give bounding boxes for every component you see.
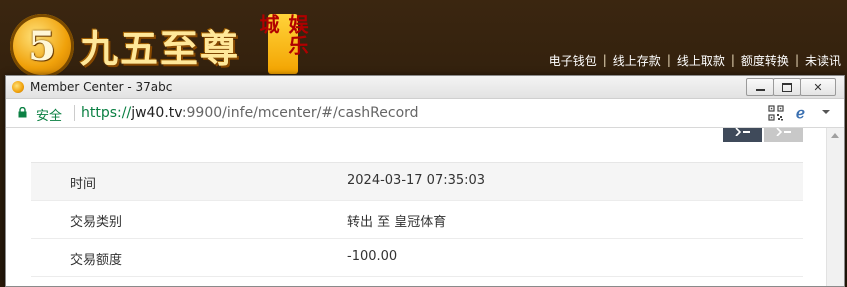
maximize-icon <box>782 82 792 92</box>
url-path: :9900/infe/mcenter/#/cashRecord <box>181 105 419 121</box>
minimize-button[interactable] <box>746 78 774 96</box>
row-label: 交易额度 <box>70 253 123 268</box>
maximize-button[interactable] <box>773 78 801 96</box>
nav-item-online-deposit[interactable]: 线上存款 <box>607 52 667 69</box>
minimize-icon <box>755 89 765 91</box>
member-center-window: Member Center - 37abc ✕ 安全 https://jw40.… <box>5 75 845 287</box>
window-title: Member Center - 37abc <box>30 80 173 94</box>
address-separator <box>74 105 75 121</box>
site-logo-tag: 娱乐城 <box>256 14 309 74</box>
url-text[interactable]: https://jw40.tv:9900/infe/mcenter/#/cash… <box>81 105 419 121</box>
list-icon <box>775 128 791 136</box>
address-bar[interactable]: 安全 https://jw40.tv:9900/infe/mcenter/#/c… <box>6 99 844 128</box>
cash-record-detail-table: 时间 2024-03-17 07:35:03 交易类别 转出 至 皇冠体育 交易… <box>31 162 803 277</box>
close-icon: ✕ <box>813 80 823 94</box>
collapse-icon <box>734 128 750 136</box>
site-logo-icon[interactable]: 5 <box>10 14 74 78</box>
nav-item-unread-messages[interactable]: 未读讯 <box>799 52 847 69</box>
chevron-down-icon[interactable] <box>821 107 831 117</box>
row-value: 2024-03-17 07:35:03 <box>347 173 486 188</box>
nav-item-balance-transfer[interactable]: 额度转换 <box>735 52 795 69</box>
top-nav: 电子钱包 | 线上存款 | 线上取款 | 额度转换 | 未读讯 <box>543 52 847 68</box>
logo-mark: 5 <box>28 22 56 70</box>
secure-label: 安全 <box>36 109 63 124</box>
row-value: 转出 至 皇冠体育 <box>347 215 447 230</box>
lock-icon <box>18 107 27 118</box>
close-button[interactable]: ✕ <box>800 78 836 96</box>
site-logo-text: 九五至尊 <box>80 26 241 71</box>
ie-compat-icon[interactable]: ℯ <box>796 104 812 122</box>
url-scheme: https:// <box>81 105 132 121</box>
row-value: -100.00 <box>347 249 398 264</box>
window-titlebar[interactable]: Member Center - 37abc ✕ <box>6 76 844 99</box>
table-row: 时间 2024-03-17 07:35:03 <box>31 162 803 201</box>
nav-item-e-wallet[interactable]: 电子钱包 <box>543 52 603 69</box>
qr-code-icon[interactable] <box>768 105 784 121</box>
row-label: 交易类别 <box>70 215 123 230</box>
table-row: 交易额度 -100.00 <box>31 239 803 277</box>
view-toggle-dark-button[interactable] <box>723 128 762 142</box>
nav-item-online-withdraw[interactable]: 线上取款 <box>671 52 731 69</box>
vertical-scrollbar[interactable] <box>826 128 844 286</box>
url-host: jw40.tv <box>131 105 182 121</box>
page-content: 时间 2024-03-17 07:35:03 交易类别 转出 至 皇冠体育 交易… <box>6 128 826 286</box>
view-toggle-light-button[interactable] <box>764 128 803 142</box>
table-row: 交易类别 转出 至 皇冠体育 <box>31 201 803 239</box>
favicon-icon <box>12 81 24 93</box>
scroll-up-icon[interactable] <box>831 133 839 138</box>
row-label: 时间 <box>70 177 97 192</box>
